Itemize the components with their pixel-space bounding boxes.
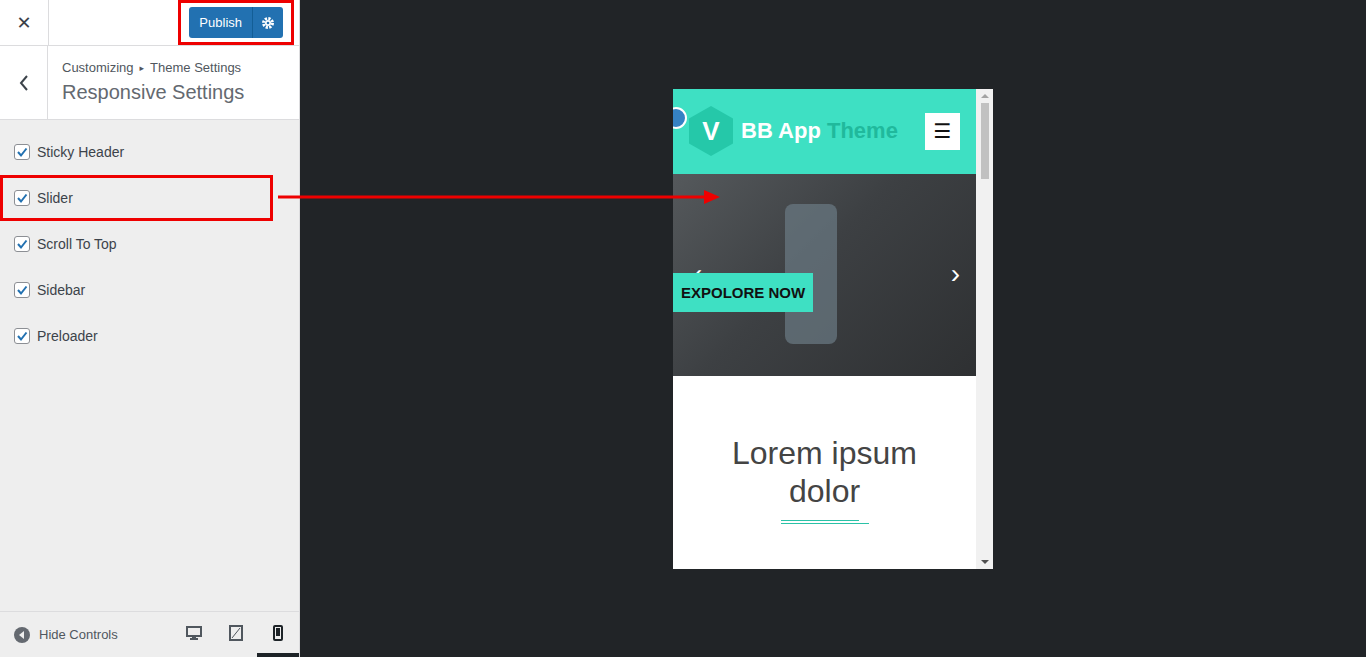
underline-line — [781, 520, 859, 521]
device-switcher — [173, 612, 299, 657]
content-section: Lorem ipsum dolor — [673, 376, 976, 569]
site-name: BB App Theme — [741, 118, 898, 144]
device-button[interactable] — [257, 612, 299, 657]
underline-line — [781, 523, 869, 524]
setting-label: Sidebar — [37, 282, 85, 298]
breadcrumb-separator: ▸ — [140, 63, 145, 73]
hide-controls-label: Hide Controls — [39, 627, 118, 642]
breadcrumb: Customizing ▸ Theme Settings — [62, 60, 244, 75]
desktop-icon — [186, 625, 202, 641]
scroll-thumb — [981, 103, 989, 179]
customizer-panel: ✕ Publish Customizing ▸ Theme Settings Respon… — [0, 0, 300, 657]
scroll-down-icon — [981, 560, 989, 564]
section-header: Customizing ▸ Theme Settings Responsive Set… — [0, 46, 299, 120]
scroll-up-icon — [981, 94, 989, 98]
setting-row[interactable]: Scroll To Top — [0, 221, 273, 267]
spacer — [0, 359, 299, 611]
section-heading: Lorem ipsum dolor — [705, 434, 945, 510]
footer-bar: Hide Controls — [0, 611, 299, 657]
check-icon — [16, 238, 28, 250]
setting-row[interactable]: Preloader — [0, 313, 273, 359]
checkbox[interactable] — [14, 144, 30, 160]
settings-list: Sticky Header Slider Scroll To Top Sidebar P… — [0, 120, 299, 359]
device-button[interactable] — [173, 612, 215, 657]
scrollbar[interactable] — [976, 89, 993, 569]
site-preview: VBB App Theme☰‹›EXPOLORE NOWLorem ipsum … — [673, 89, 976, 569]
section-title: Responsive Settings — [62, 81, 244, 104]
setting-row[interactable]: Slider — [0, 175, 273, 221]
mobile-preview-frame: VBB App Theme☰‹›EXPOLORE NOWLorem ipsum … — [673, 89, 993, 569]
back-button[interactable] — [0, 46, 48, 119]
setting-label: Scroll To Top — [37, 236, 117, 252]
setting-row[interactable]: Sticky Header — [0, 129, 273, 175]
check-icon — [16, 284, 28, 296]
check-icon — [16, 146, 28, 158]
check-icon — [16, 330, 28, 342]
close-button[interactable]: ✕ — [0, 0, 49, 45]
setting-label: Slider — [37, 190, 73, 206]
header-text: Customizing ▸ Theme Settings Responsive Set… — [48, 46, 244, 119]
collapse-icon — [14, 627, 30, 643]
back-arrow-icon — [18, 74, 30, 92]
checkbox[interactable] — [14, 236, 30, 252]
checkbox[interactable] — [14, 328, 30, 344]
publish-label: Publish — [189, 7, 252, 38]
logo-letter: V — [702, 116, 719, 147]
mobile-icon — [270, 625, 286, 641]
device-button[interactable] — [215, 612, 257, 657]
explore-button[interactable]: EXPOLORE NOW — [673, 273, 813, 312]
preview-area: VBB App Theme☰‹›EXPOLORE NOWLorem ipsum … — [300, 0, 1366, 657]
site-name-main: BB App — [741, 118, 821, 143]
annotation-arrow-icon — [0, 0, 1366, 657]
slider-next[interactable]: › — [951, 258, 960, 290]
edit-shortcut-icon[interactable] — [673, 107, 687, 129]
site-logo[interactable]: V BB App Theme — [673, 105, 898, 157]
breadcrumb-section: Theme Settings — [150, 60, 241, 75]
check-icon — [16, 192, 28, 204]
gear-icon — [261, 16, 275, 30]
setting-label: Preloader — [37, 328, 98, 344]
setting-label: Sticky Header — [37, 144, 124, 160]
menu-button[interactable]: ☰ — [925, 113, 960, 150]
heading-underline — [781, 520, 869, 524]
tablet-icon — [228, 625, 244, 641]
breadcrumb-root: Customizing — [62, 60, 134, 75]
checkbox[interactable] — [14, 190, 30, 206]
site-header: V BB App Theme ☰ — [673, 89, 976, 174]
setting-row[interactable]: Sidebar — [0, 267, 273, 313]
hide-controls-button[interactable]: Hide Controls — [0, 627, 118, 643]
checkbox[interactable] — [14, 282, 30, 298]
publish-button[interactable]: Publish — [189, 7, 283, 38]
top-bar: ✕ Publish — [0, 0, 299, 46]
site-name-accent: Theme — [827, 118, 898, 143]
settings-button[interactable] — [252, 7, 283, 38]
slider: ‹›EXPOLORE NOW — [673, 174, 976, 376]
logo-badge: V — [687, 105, 735, 157]
publish-annotation: Publish — [178, 0, 294, 45]
